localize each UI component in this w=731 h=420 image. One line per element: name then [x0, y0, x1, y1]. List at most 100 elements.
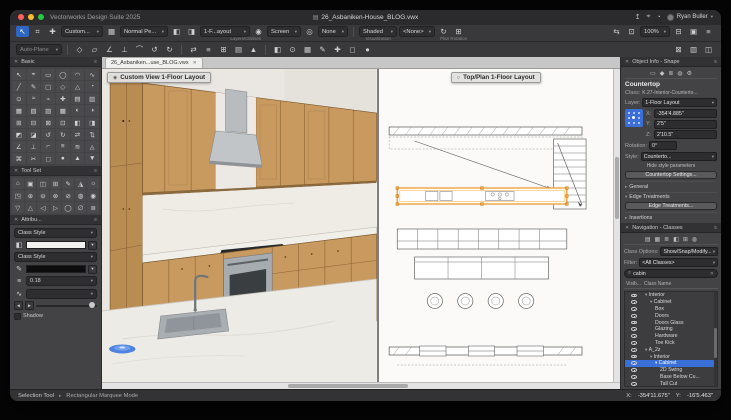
fill-style-dropdown[interactable]: Class Style▾: [14, 228, 97, 238]
navigation-tab-icon[interactable]: ≣: [664, 236, 669, 243]
toolset-icon[interactable]: ✎: [62, 178, 74, 189]
toolbar-icon[interactable]: ⇆: [610, 26, 623, 37]
tree-scrollbar[interactable]: [714, 292, 718, 386]
tool-icon[interactable]: ✎: [316, 44, 329, 55]
toolset-icon[interactable]: ⌂: [12, 178, 24, 189]
basic-tool-icon[interactable]: ◪: [27, 129, 41, 140]
basic-tool-icon[interactable]: ▨: [41, 105, 55, 116]
visibility-eye-icon[interactable]: [631, 314, 637, 318]
class-row[interactable]: Box: [625, 306, 717, 313]
toolset-icon[interactable]: ⊗: [50, 190, 62, 201]
class-list-header[interactable]: Visib... Class Name: [624, 280, 718, 289]
palette-menu-icon[interactable]: ≡: [94, 59, 97, 65]
hide-style-parameters-link[interactable]: Hide style parameters: [625, 163, 717, 169]
palette-menu-icon[interactable]: ≡: [94, 168, 97, 174]
basic-tool-icon[interactable]: ⊙: [12, 93, 26, 104]
basic-tool-icon[interactable]: ╱: [12, 81, 26, 92]
class-row[interactable]: ▾Interior: [625, 353, 717, 360]
class-row[interactable]: ▾Interior: [625, 292, 717, 299]
tool-icon[interactable]: ✚: [331, 44, 344, 55]
view-pane-plan[interactable]: ○ Top/Plan 1-Floor Layout: [379, 69, 613, 382]
basic-tool-icon[interactable]: ◯: [56, 69, 70, 80]
x-coordinate-field[interactable]: -354'4.885": [654, 109, 717, 118]
document-tab[interactable]: 26_Asbaniken...use_BLOG.vwx ✕: [105, 57, 203, 68]
basic-tool-icon[interactable]: △: [71, 81, 85, 92]
toolbar-icon[interactable]: ⊟: [672, 26, 685, 37]
object-info-tab-icon[interactable]: ◆: [660, 70, 665, 77]
basic-tool-icon[interactable]: ◐: [71, 105, 85, 116]
toolbar-icon[interactable]: ◧: [170, 26, 183, 37]
basic-tool-icon[interactable]: ↺: [41, 129, 55, 140]
toolbar-dropdown[interactable]: <None>▾: [399, 26, 435, 37]
basic-tool-icon[interactable]: ≋: [71, 141, 85, 152]
toolset-icon[interactable]: ◮: [75, 178, 87, 189]
navigation-tab-icon[interactable]: ▤: [645, 236, 651, 243]
basic-tool-icon[interactable]: ↻: [56, 129, 70, 140]
disclosure-triangle-icon[interactable]: ▾: [645, 292, 647, 298]
toolbar-icon[interactable]: ✚: [46, 26, 59, 37]
disclosure-triangle-icon[interactable]: ▾: [650, 299, 652, 305]
close-icon[interactable]: ✕: [14, 59, 18, 65]
toolset-icon[interactable]: ▣: [25, 178, 37, 189]
basic-tool-icon[interactable]: ⌐: [41, 141, 55, 152]
toolbar-dropdown[interactable]: 100%▾: [640, 26, 670, 37]
toolset-icon[interactable]: ◉: [87, 190, 99, 201]
basic-tool-icon[interactable]: ▲: [71, 153, 85, 164]
toolset-icon[interactable]: ▽: [12, 202, 24, 213]
navigation-tab-icon[interactable]: ◍: [692, 236, 697, 243]
basic-tool-icon[interactable]: ⇅: [85, 129, 99, 140]
tool-icon[interactable]: ⊞: [217, 44, 230, 55]
user-menu[interactable]: Ryan Buller ▾: [667, 14, 713, 21]
toolset-icon[interactable]: ☼: [87, 178, 99, 189]
navigation-tab-icon[interactable]: ▦: [655, 236, 661, 243]
toolbar-icon[interactable]: ▦: [105, 26, 118, 37]
vertical-scrollbar[interactable]: [613, 69, 620, 382]
basic-tool-icon[interactable]: ⇄: [71, 129, 85, 140]
minimize-window-button[interactable]: [28, 14, 34, 20]
basic-tool-icon[interactable]: ▤: [71, 93, 85, 104]
visibility-eye-icon[interactable]: [631, 341, 637, 345]
section-insertions[interactable]: ▸Insertions: [625, 212, 717, 221]
class-row[interactable]: Toe Kick: [625, 340, 717, 347]
basic-tool-icon[interactable]: ⌘: [12, 153, 26, 164]
basic-tool-icon[interactable]: ◩: [12, 129, 26, 140]
basic-tool-icon[interactable]: ▧: [27, 105, 41, 116]
class-row[interactable]: Doors: [625, 312, 717, 319]
marker-start-button[interactable]: ◄: [14, 301, 23, 310]
visibility-eye-icon[interactable]: [631, 375, 637, 379]
class-row[interactable]: Base Below Cu...: [625, 374, 717, 381]
view-label-3d[interactable]: ◈ Custom View 1-Floor Layout: [107, 72, 211, 83]
toolset-icon[interactable]: ◍: [75, 190, 87, 201]
basic-tool-icon[interactable]: ≈: [27, 93, 41, 104]
basic-tool-icon[interactable]: ▭: [41, 69, 55, 80]
visibility-eye-icon[interactable]: [631, 300, 637, 304]
basic-tool-icon[interactable]: ≡: [56, 141, 70, 152]
opacity-slider[interactable]: [36, 305, 97, 307]
tool-icon[interactable]: ⊥: [118, 44, 131, 55]
close-icon[interactable]: ✕: [14, 168, 18, 174]
basic-tool-icon[interactable]: ●: [56, 153, 70, 164]
toolbar-dropdown[interactable]: Screen▾: [267, 26, 301, 37]
object-info-tab-icon[interactable]: ⚙: [687, 70, 692, 77]
object-info-tab-icon[interactable]: ▭: [650, 70, 656, 77]
close-icon[interactable]: ✕: [14, 217, 18, 223]
visibility-eye-icon[interactable]: [631, 355, 637, 359]
basic-tool-icon[interactable]: ↖: [12, 69, 26, 80]
toolset-icon[interactable]: ◁: [37, 202, 49, 213]
basic-tool-icon[interactable]: ∿: [85, 69, 99, 80]
class-row[interactable]: Doors Glass: [625, 319, 717, 326]
toolbar-icon[interactable]: ◨: [185, 26, 198, 37]
zoom-window-button[interactable]: [38, 14, 44, 20]
visibility-eye-icon[interactable]: [631, 294, 637, 298]
tool-icon[interactable]: ◻: [346, 44, 359, 55]
tool-icon[interactable]: ▲: [247, 44, 260, 55]
toolset-icon[interactable]: ▷: [50, 202, 62, 213]
toolbar-icon[interactable]: ⊡: [625, 26, 638, 37]
view-pane-3d[interactable]: ◈ Custom View 1-Floor Layout: [102, 69, 377, 382]
toolset-icon[interactable]: ⊞: [50, 178, 62, 189]
class-row[interactable]: 2D Swing: [625, 367, 717, 374]
tool-icon[interactable]: ∠: [103, 44, 116, 55]
basic-tool-icon[interactable]: ✎: [27, 81, 41, 92]
scrollbar-thumb[interactable]: [288, 384, 408, 388]
tool-icon[interactable]: ⊙: [286, 44, 299, 55]
